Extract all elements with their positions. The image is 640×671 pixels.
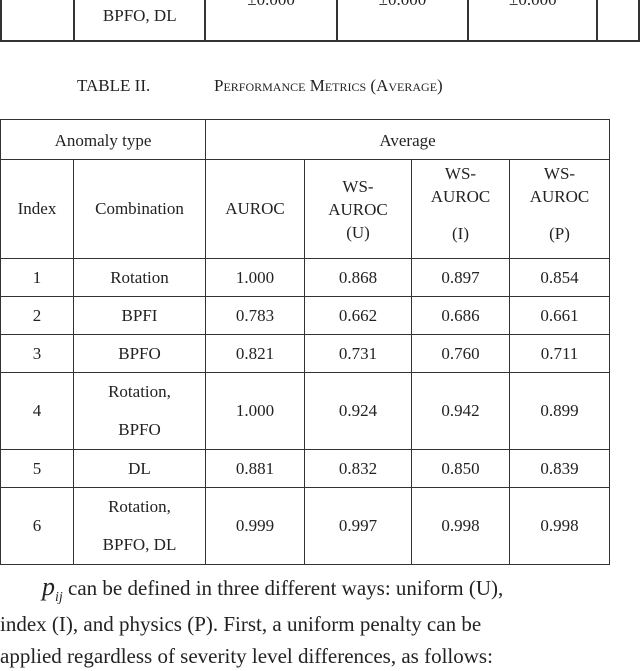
cell-auroc: 1.000 <box>205 258 305 297</box>
cell-combination-line2: BPFO <box>118 420 161 439</box>
cell-ws-u: 0.662 <box>304 296 412 335</box>
header-row: Index Combination AUROC WS- AUROC (U) WS… <box>0 159 610 259</box>
table-number: TABLE II. <box>77 76 151 95</box>
cell-ws-u: 0.731 <box>304 334 412 373</box>
prev-value: ±0.000 <box>338 0 467 10</box>
prev-value-cell: ±0.000 <box>335 0 470 42</box>
body-line-3: applied regardless of severity level dif… <box>0 644 493 668</box>
header-ws-i-line3: (I) <box>452 223 469 243</box>
header-ws-auroc-i: WS- AUROC (I) <box>411 159 510 259</box>
header-ws-p-line2: AUROC <box>529 186 590 206</box>
cell-index: 4 <box>0 372 74 450</box>
math-symbol-pij: pij <box>42 572 63 605</box>
cell-ws-u: 0.997 <box>304 487 412 565</box>
performance-metrics-table: Anomaly type Average Index Combination A… <box>0 119 610 565</box>
cell-auroc: 1.000 <box>205 372 305 450</box>
prev-value-cell: ±0.000 <box>467 0 599 42</box>
cell-ws-p: 0.661 <box>509 296 610 335</box>
cell-combination-line1: Rotation, <box>108 497 171 516</box>
body-line-2: index (I), and physics (P). First, a uni… <box>0 612 482 636</box>
cell-ws-p: 0.839 <box>509 449 610 488</box>
symbol-subscript: ij <box>55 590 63 606</box>
cell-combination: DL <box>73 449 206 488</box>
prev-combination-cell: BPFO, DL <box>73 0 207 42</box>
cell-combination: BPFO <box>73 334 206 373</box>
cell-ws-i: 0.897 <box>411 258 510 297</box>
cell-ws-i: 0.998 <box>411 487 510 565</box>
table-row: 4 Rotation, BPFO 1.000 0.924 0.942 0.899 <box>0 372 610 450</box>
body-line-1-text: can be defined in three different ways: … <box>68 576 504 600</box>
table-title: Performance Metrics (Average) <box>214 76 443 95</box>
header-auroc: AUROC <box>205 159 305 259</box>
cell-ws-i: 0.850 <box>411 449 510 488</box>
table-row: 3 BPFO 0.821 0.731 0.760 0.711 <box>0 334 610 373</box>
cell-combination: Rotation, BPFO, DL <box>73 487 206 565</box>
cell-ws-p: 0.711 <box>509 334 610 373</box>
header-index: Index <box>0 159 74 259</box>
table-row: 6 Rotation, BPFO, DL 0.999 0.997 0.998 0… <box>0 487 610 565</box>
header-ws-p-line1: WS- <box>543 163 576 183</box>
cell-combination-line1: Rotation, <box>108 382 171 401</box>
table-row: 1 Rotation 1.000 0.868 0.897 0.854 <box>0 258 610 297</box>
header-group-row: Anomaly type Average <box>0 119 610 160</box>
cell-ws-p: 0.998 <box>509 487 610 565</box>
cell-index: 2 <box>0 296 74 335</box>
prev-index-cell <box>0 0 76 42</box>
body-line-1: pij can be defined in three different wa… <box>0 572 620 613</box>
header-ws-p-line3: (P) <box>549 223 570 243</box>
prev-value: ±0.000 <box>206 0 335 10</box>
header-ws-auroc-u: WS- AUROC (U) <box>304 159 412 259</box>
cell-ws-u: 0.832 <box>304 449 412 488</box>
cell-index: 5 <box>0 449 74 488</box>
cell-auroc: 0.821 <box>205 334 305 373</box>
cell-auroc: 0.783 <box>205 296 305 335</box>
header-ws-u-line1: WS- <box>342 176 374 196</box>
header-ws-u-line2: AUROC <box>328 199 388 219</box>
cell-index: 1 <box>0 258 74 297</box>
previous-table-tail: BPFO, DL ±0.000 ±0.000 ±0.000 <box>0 0 640 42</box>
cell-combination: Rotation, BPFO <box>73 372 206 450</box>
cell-index: 3 <box>0 334 74 373</box>
prev-value: ±0.000 <box>469 0 596 10</box>
cell-auroc: 0.999 <box>205 487 305 565</box>
cell-ws-p: 0.854 <box>509 258 610 297</box>
table-row: 5 DL 0.881 0.832 0.850 0.839 <box>0 449 610 488</box>
prev-value-cell: ±0.000 <box>204 0 338 42</box>
cell-combination: Rotation <box>73 258 206 297</box>
cell-ws-i: 0.942 <box>411 372 510 450</box>
table-row: 2 BPFI 0.783 0.662 0.686 0.661 <box>0 296 610 335</box>
cell-ws-p: 0.899 <box>509 372 610 450</box>
header-anomaly-type: Anomaly type <box>0 119 206 160</box>
cell-index: 6 <box>0 487 74 565</box>
cell-ws-i: 0.760 <box>411 334 510 373</box>
header-ws-auroc-p: WS- AUROC (P) <box>509 159 610 259</box>
prev-extra-cell <box>596 0 640 42</box>
cell-ws-u: 0.868 <box>304 258 412 297</box>
header-ws-i-line1: WS- <box>444 163 477 183</box>
symbol-base: p <box>42 572 55 601</box>
cell-ws-i: 0.686 <box>411 296 510 335</box>
header-ws-i-line2: AUROC <box>430 186 491 206</box>
prev-combination: BPFO, DL <box>102 6 177 25</box>
cell-combination: BPFI <box>73 296 206 335</box>
cell-combination-line2: BPFO, DL <box>102 535 177 554</box>
header-ws-u-line3: (U) <box>346 222 370 242</box>
cell-ws-u: 0.924 <box>304 372 412 450</box>
cell-auroc: 0.881 <box>205 449 305 488</box>
header-average: Average <box>205 119 610 160</box>
header-combination: Combination <box>73 159 206 259</box>
